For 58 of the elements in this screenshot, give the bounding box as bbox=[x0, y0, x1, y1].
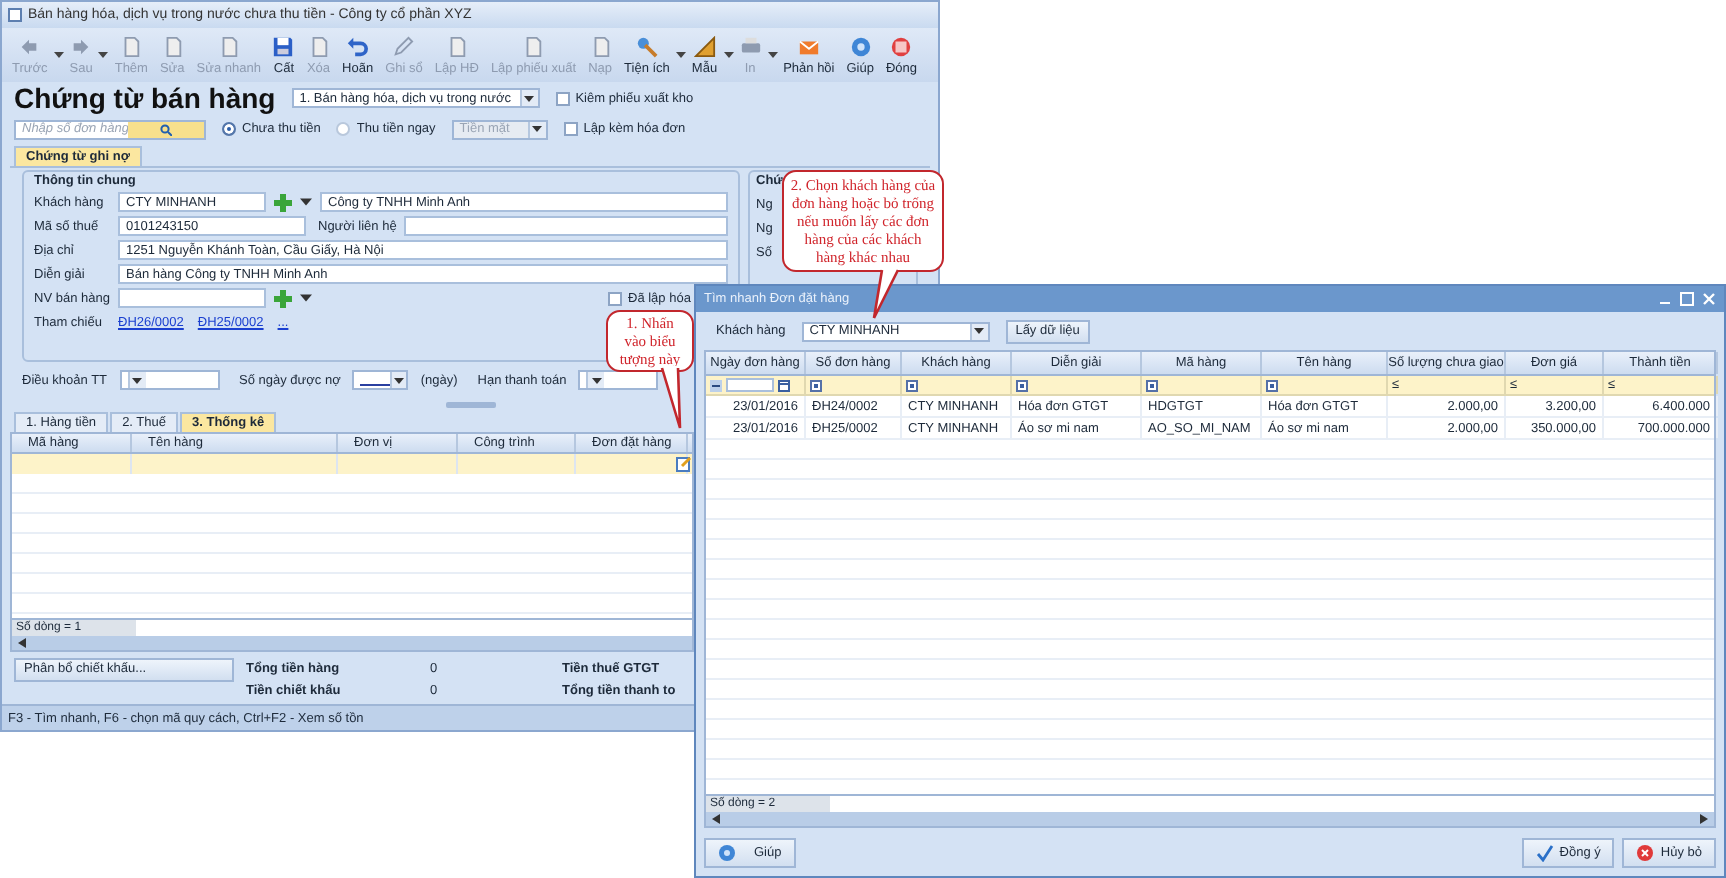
caret-icon[interactable] bbox=[132, 377, 143, 383]
caret-icon[interactable] bbox=[723, 51, 734, 59]
close-icon[interactable] bbox=[1702, 292, 1716, 306]
caret-icon[interactable] bbox=[675, 51, 686, 59]
arrow-left-icon bbox=[18, 35, 41, 57]
days-spinner[interactable] bbox=[352, 370, 409, 390]
tools-icon bbox=[635, 35, 658, 57]
caret-icon[interactable] bbox=[974, 328, 985, 334]
page-icon bbox=[120, 35, 143, 57]
scroll-right-icon[interactable] bbox=[1700, 814, 1708, 824]
page-icon bbox=[522, 35, 545, 57]
arrow-right-icon bbox=[70, 35, 93, 57]
contact-field[interactable] bbox=[404, 216, 728, 236]
help-icon bbox=[849, 35, 872, 57]
minus-icon[interactable] bbox=[710, 379, 722, 391]
filter-icon[interactable] bbox=[906, 379, 918, 391]
filter-icon[interactable] bbox=[1016, 379, 1028, 391]
caret-icon[interactable] bbox=[591, 377, 602, 383]
caret-icon[interactable] bbox=[300, 198, 312, 206]
page-icon bbox=[217, 35, 240, 57]
ruler-icon bbox=[693, 35, 716, 57]
filter-icon[interactable] bbox=[1146, 379, 1158, 391]
checkbox[interactable] bbox=[555, 91, 570, 105]
salesperson-field[interactable] bbox=[118, 288, 266, 308]
maximize-icon[interactable] bbox=[1680, 292, 1694, 306]
callout-pointer bbox=[872, 268, 900, 320]
scroll-left-icon[interactable] bbox=[18, 638, 26, 648]
caret-icon[interactable] bbox=[394, 377, 405, 383]
pencil-icon bbox=[392, 35, 415, 57]
edit-icon[interactable] bbox=[676, 456, 692, 472]
envelope-icon bbox=[797, 35, 820, 57]
radio-button[interactable] bbox=[336, 122, 351, 136]
page-heading: Chứng từ bán hàng bbox=[14, 82, 276, 114]
filter-icon[interactable] bbox=[810, 379, 822, 391]
close-icon bbox=[890, 35, 913, 57]
search-icon[interactable] bbox=[160, 123, 173, 135]
checkbox[interactable] bbox=[608, 291, 622, 305]
undo-icon bbox=[346, 35, 369, 57]
checkbox[interactable] bbox=[563, 122, 578, 136]
app-icon bbox=[8, 8, 22, 22]
splitter-handle[interactable] bbox=[445, 401, 495, 407]
cancel-icon bbox=[1636, 843, 1655, 861]
caret-icon[interactable] bbox=[524, 95, 535, 101]
help-icon bbox=[718, 843, 736, 861]
calendar-icon[interactable] bbox=[778, 379, 790, 391]
checkmark-icon bbox=[1535, 843, 1554, 861]
radio-button[interactable] bbox=[222, 122, 236, 136]
caret-icon[interactable] bbox=[300, 294, 312, 302]
filter-field[interactable] bbox=[726, 378, 774, 392]
due-date-dropdown[interactable] bbox=[578, 370, 659, 390]
scroll-left-icon[interactable] bbox=[712, 814, 720, 824]
printer-icon bbox=[739, 35, 762, 57]
filter-icon[interactable] bbox=[1266, 379, 1278, 391]
page-icon bbox=[589, 35, 612, 57]
page-icon bbox=[307, 35, 330, 57]
page-icon bbox=[445, 35, 468, 57]
page-icon bbox=[161, 35, 184, 57]
callout-pointer bbox=[660, 366, 686, 430]
